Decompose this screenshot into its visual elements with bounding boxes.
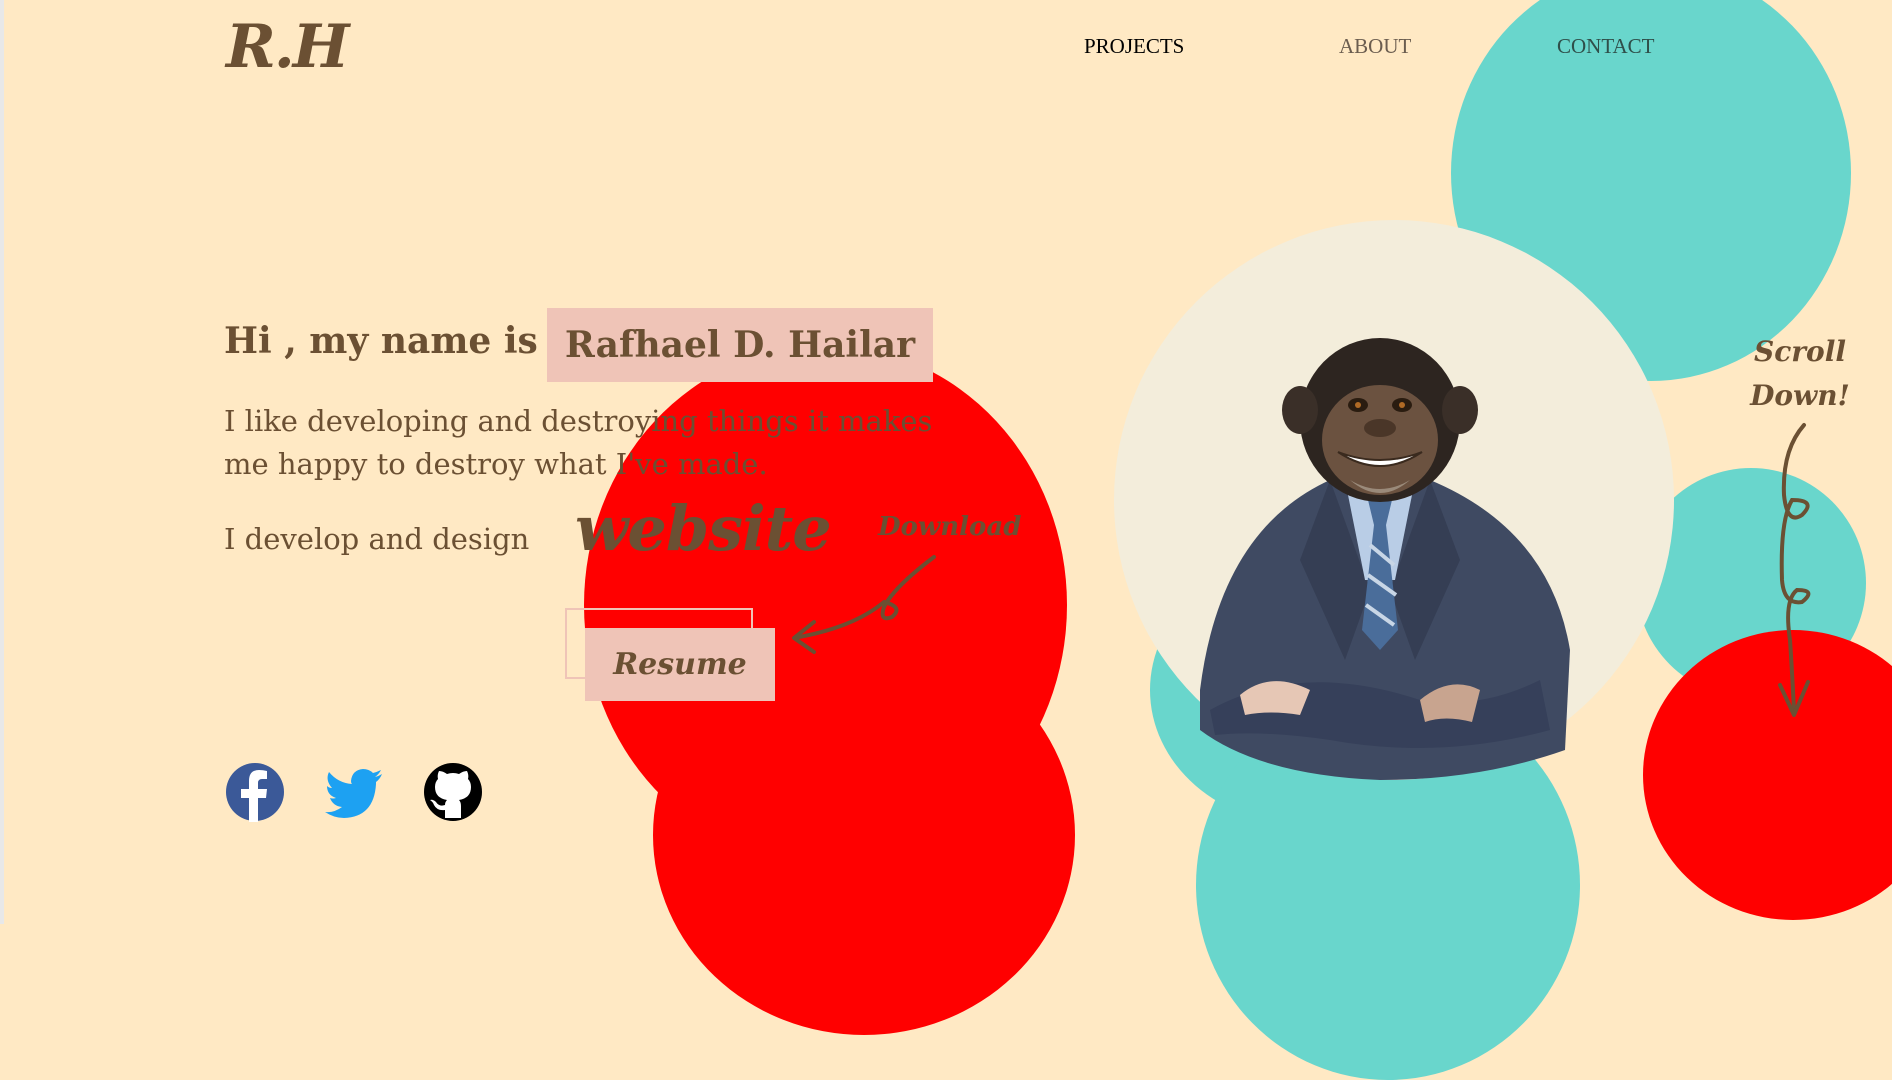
download-arrow-icon: [792, 555, 936, 654]
greeting-text: Hi , my name is: [224, 320, 538, 362]
bio-text: I like developing and destroying things …: [224, 404, 933, 481]
scroll-hint-line1: Scroll: [1754, 335, 1846, 368]
nav-projects[interactable]: PROJECTS: [1084, 34, 1184, 59]
facebook-icon[interactable]: [225, 762, 285, 822]
scroll-down-arrow-icon: [1778, 423, 1811, 717]
twitter-icon[interactable]: [324, 762, 384, 822]
scroll-hint: Scroll Down!: [1745, 330, 1855, 418]
nav-about[interactable]: ABOUT: [1339, 34, 1411, 59]
scroll-hint-line2: Down!: [1750, 379, 1850, 412]
chimpanzee-portrait: [1200, 338, 1570, 780]
nav-contact[interactable]: CONTACT: [1557, 34, 1654, 59]
name-badge: Rafhael D. Hailar: [547, 308, 933, 382]
page-edge: [0, 0, 4, 924]
download-label: Download: [878, 512, 1022, 542]
github-icon[interactable]: [423, 762, 483, 822]
develop-prefix: I develop and design: [224, 522, 530, 556]
resume-button[interactable]: Resume: [585, 628, 775, 701]
site-logo[interactable]: R.H: [226, 12, 349, 82]
